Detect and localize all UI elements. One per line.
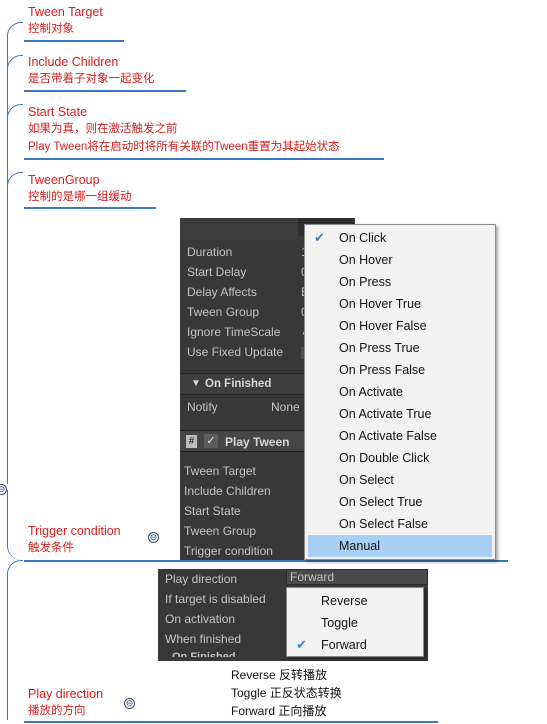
menu-item-on-press-false[interactable]: On Press False xyxy=(305,359,495,381)
menu-item-label: On Press True xyxy=(339,341,420,355)
menu-item-on-activate[interactable]: On Activate xyxy=(305,381,495,403)
menu-item-label: On Hover xyxy=(339,253,393,267)
desc-forward: Forward 正向播放 xyxy=(231,704,327,718)
desc-toggle: Toggle 正反状态转换 xyxy=(231,686,342,700)
menu-item-label: On Double Click xyxy=(339,451,430,465)
checkmark-icon: ✔ xyxy=(296,637,307,652)
branch-play-direction xyxy=(7,560,23,720)
menu-item-label: On Press False xyxy=(339,363,426,377)
menu-item-on-select-false[interactable]: On Select False xyxy=(305,513,495,535)
branch-include-children xyxy=(7,55,23,95)
underline-tweengroup xyxy=(24,207,156,209)
menu-item-label: On Hover False xyxy=(339,319,427,333)
note-tweengroup-en: TweenGroup xyxy=(28,173,100,187)
if-target-disabled-label: If target is disabled xyxy=(165,592,266,606)
menu-item-on-hover[interactable]: On Hover xyxy=(305,249,495,271)
enabled-checkbox[interactable]: ✓ xyxy=(204,434,218,448)
when-finished-label: When finished xyxy=(165,632,242,646)
menu-item-forward[interactable]: ✔ Forward xyxy=(287,634,423,656)
menu-item-label: On Select False xyxy=(339,517,428,531)
menu-item-label: On Select True xyxy=(339,495,423,509)
menu-item-label: Manual xyxy=(339,539,380,553)
on-activation-label: On activation xyxy=(165,612,236,626)
note-start-state-en: Start State xyxy=(28,105,88,119)
foldout-arrow-icon: ▼ xyxy=(191,378,201,389)
delay-affects-label: Delay Affects xyxy=(187,285,257,299)
start-state-label: Start State xyxy=(184,504,241,518)
notify-label: Notify xyxy=(187,400,218,414)
note-start-state-cn1: 如果为真，则在激活触发之前 xyxy=(28,123,178,135)
menu-item-on-select-true[interactable]: On Select True xyxy=(305,491,495,513)
use-fixed-update-label: Use Fixed Update xyxy=(187,345,284,359)
note-include-children-cn: 是否带着子对象一起变化 xyxy=(28,73,155,85)
menu-item-label: On Click xyxy=(339,231,387,245)
direction-collapse-icon[interactable]: ⊖ xyxy=(124,698,135,709)
on-finished-title: On Finished xyxy=(205,378,272,390)
duration-label: Duration xyxy=(187,245,233,259)
note-start-state-cn2: Play Tween将在启动时将所有关联的Tween重置为其起始状态 xyxy=(28,141,340,153)
menu-item-label: On Select xyxy=(339,473,394,487)
menu-item-label: On Activate False xyxy=(339,429,437,443)
menu-item-on-activate-true[interactable]: On Activate True xyxy=(305,403,495,425)
menu-item-label: On Press xyxy=(339,275,392,289)
menu-item-on-activate-false[interactable]: On Activate False xyxy=(305,425,495,447)
tween-target-label: Tween Target xyxy=(184,464,256,478)
tween-group-label: Tween Group xyxy=(187,305,260,319)
menu-item-on-click[interactable]: ✔ On Click xyxy=(305,227,495,249)
checkmark-icon: ✔ xyxy=(314,230,325,245)
trigger-condition-label: Trigger condition xyxy=(184,544,273,558)
ignore-timescale-label: Ignore TimeScale xyxy=(187,325,281,339)
trigger-condition-menu: ✔ On Click On Hover On Press On Hover True On… xyxy=(304,224,496,560)
trigger-collapse-icon[interactable]: ⊖ xyxy=(148,532,159,543)
underline-start-state xyxy=(24,158,384,160)
menu-item-on-press[interactable]: On Press xyxy=(305,271,495,293)
play-direction-field[interactable]: Forward xyxy=(286,569,428,585)
play-direction-value: Forward xyxy=(290,570,335,584)
include-children-label: Include Children xyxy=(184,484,271,498)
note-trigger-condition-cn: 触发条件 xyxy=(28,542,74,554)
menu-item-on-hover-true[interactable]: On Hover True xyxy=(305,293,495,315)
branch-start-state xyxy=(7,104,23,144)
branch-trigger-condition xyxy=(7,490,23,560)
menu-item-label: On Activate True xyxy=(339,407,432,421)
menu-item-on-press-true[interactable]: On Press True xyxy=(305,337,495,359)
play-direction-menu: Reverse Toggle ✔ Forward xyxy=(286,587,424,657)
menu-item-label: On Activate xyxy=(339,385,403,399)
direction-footer-label: On Finished xyxy=(172,651,236,657)
note-trigger-condition-en: Trigger condition xyxy=(28,524,121,538)
branch-tweengroup xyxy=(7,172,23,212)
menu-item-label: On Hover True xyxy=(339,297,421,311)
note-play-direction-en: Play direction xyxy=(28,687,104,701)
play-direction-label: Play direction xyxy=(165,572,238,586)
desc-reverse: Reverse 反转播放 xyxy=(231,668,328,682)
menu-item-on-select[interactable]: On Select xyxy=(305,469,495,491)
underline-trigger-condition xyxy=(24,560,508,562)
menu-item-reverse[interactable]: Reverse xyxy=(287,590,423,612)
menu-item-toggle[interactable]: Toggle xyxy=(287,612,423,634)
menu-item-label: Toggle xyxy=(321,616,358,630)
menu-item-label: Reverse xyxy=(321,594,368,608)
play-tween-group-label: Tween Group xyxy=(184,524,257,538)
underline-tween-target xyxy=(24,40,124,42)
play-tween-title: Play Tween xyxy=(225,435,290,449)
script-hash-icon: # xyxy=(186,435,197,448)
notify-value[interactable]: None xyxy=(271,400,300,414)
note-tweengroup-cn: 控制的是哪一组缓动 xyxy=(28,191,132,203)
menu-item-manual[interactable]: Manual xyxy=(308,535,492,557)
note-tween-target-cn: 控制对象 xyxy=(28,23,74,35)
note-tween-target-en: Tween Target xyxy=(28,5,103,19)
menu-item-on-double-click[interactable]: On Double Click xyxy=(305,447,495,469)
menu-item-label: Forward xyxy=(321,638,367,652)
root-collapse-icon[interactable]: ⊖ xyxy=(0,484,7,495)
note-play-direction-cn: 播放的方向 xyxy=(28,705,86,717)
start-delay-label: Start Delay xyxy=(187,265,247,279)
menu-item-on-hover-false[interactable]: On Hover False xyxy=(305,315,495,337)
note-include-children-en: Include Children xyxy=(28,55,119,69)
underline-include-children xyxy=(24,90,186,92)
underline-play-direction xyxy=(24,721,438,723)
